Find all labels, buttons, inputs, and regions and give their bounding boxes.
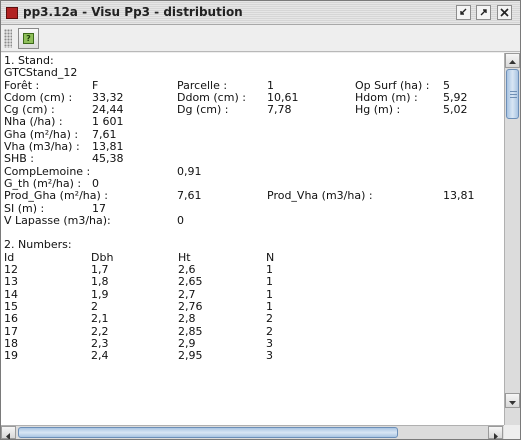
numbers-row-cell: 1 [266,275,273,289]
numbers-row-cell: 2,85 [178,324,203,338]
scroll-right-button[interactable] [488,426,503,439]
numbers-row-cell: 2,4 [91,349,109,363]
numbers-row-cell: 2,2 [91,324,109,338]
arrow-up-icon [509,60,516,64]
numbers-row-cell: 3 [266,349,273,363]
help-button[interactable]: ? [18,28,39,49]
numbers-row-cell: 16 [4,312,18,326]
scroll-up-button[interactable] [505,53,520,68]
numbers-row-cell: 2,95 [178,349,203,363]
horizontal-scrollbar[interactable] [1,425,504,439]
numbers-row-cell: 2,1 [91,312,109,326]
arrow-down-icon [509,401,516,405]
stand-row-cell: 7,78 [267,103,292,117]
stand-row-cell: 13,81 [443,189,475,203]
stand-row-cell: Dg (cm) : [177,103,229,117]
stand-row-cell: V Lapasse (m3/ha): [4,213,111,227]
visu-window: pp3.12a - Visu Pp3 - distribution ? 1. S… [0,0,521,440]
toolbar: ? [1,25,520,52]
scroll-left-button[interactable] [1,426,16,439]
stand-row-cell: 7,61 [177,189,202,203]
vertical-scrollbar[interactable] [504,53,520,425]
numbers-row-cell: 2 [266,312,273,326]
numbers-row-cell: 2 [266,324,273,338]
app-icon[interactable] [6,7,18,19]
close-icon [500,8,509,17]
arrow-right-icon [494,433,498,439]
maximize-button[interactable] [476,5,491,20]
numbers-row-cell: 1,8 [91,275,109,289]
numbers-row-cell: 17 [4,324,18,338]
stand-row-cell: 1 601 [92,115,124,129]
horizontal-scroll-thumb[interactable] [18,427,398,438]
stand-row-cell: Prod_Vha (m3/ha) : [267,189,373,203]
minimize-icon [460,8,467,15]
scroll-down-button[interactable] [505,393,520,408]
arrow-left-icon [6,433,10,439]
maximize-icon [480,9,487,16]
numbers-row-cell: 19 [4,349,18,363]
text-area[interactable]: 1. Stand: GTCStand_12 Forêt : F Parcelle :… [1,53,504,425]
stand-row-cell: Hg (m) : [355,103,401,117]
stand-row-cell: 0 [177,213,184,227]
stand-row-cell: Nha (/ha) : [4,115,63,129]
numbers-row-cell: 13 [4,275,18,289]
scroll-corner [504,425,520,439]
toolbar-grip[interactable] [4,29,12,48]
stand-row-cell: SI (m) : [4,201,45,215]
stand-row-cell: 17 [92,201,106,215]
stand-row-cell: Prod_Gha (m²/ha) : [4,189,108,203]
vertical-scroll-thumb[interactable] [506,69,519,119]
close-button[interactable] [497,5,512,20]
minimize-button[interactable] [456,5,471,20]
stand-row-cell: SHB : [4,152,35,166]
numbers-row-cell: 2,65 [178,275,203,289]
stand-row-cell: 0,91 [177,164,202,178]
stand-row-cell: 5,02 [443,103,468,117]
help-icon: ? [23,33,34,44]
numbers-row-cell: 2,8 [178,312,196,326]
window-title: pp3.12a - Visu Pp3 - distribution [23,5,243,19]
title-bar[interactable]: pp3.12a - Visu Pp3 - distribution [1,1,520,25]
stand-row-cell: 45,38 [92,152,124,166]
